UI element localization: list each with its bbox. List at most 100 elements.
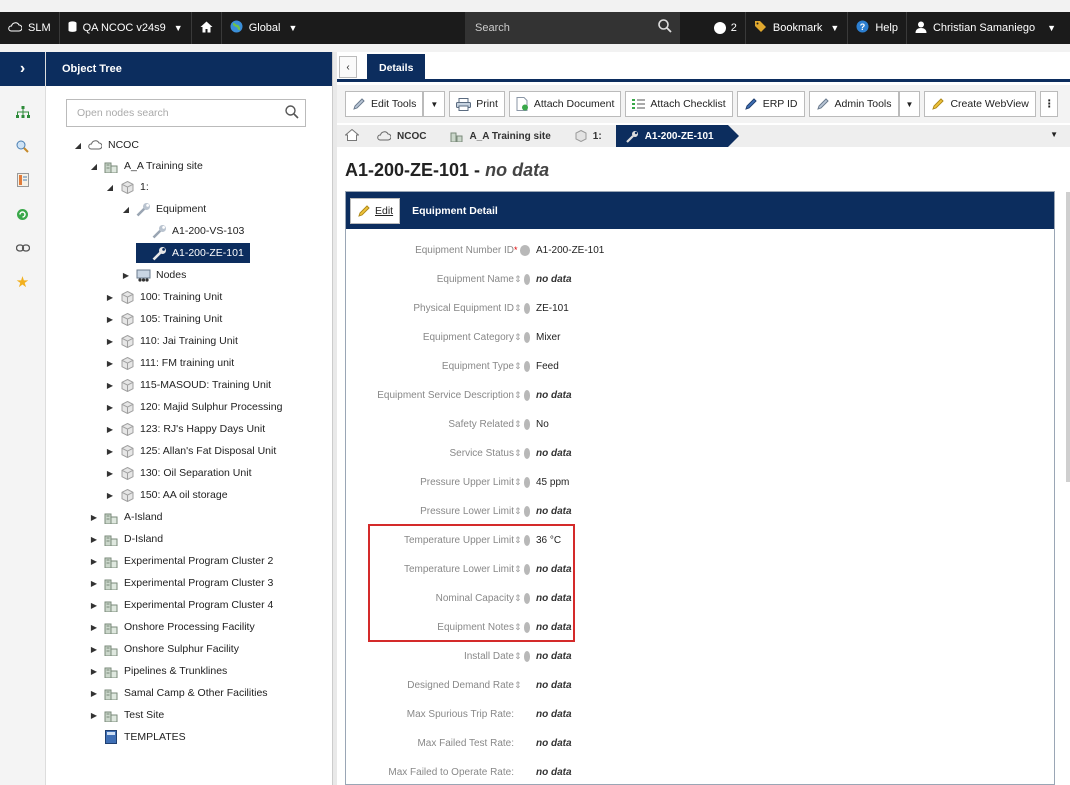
object-tree-rail-button[interactable] bbox=[0, 98, 45, 126]
expand-arrow-icon[interactable]: ▶ bbox=[104, 491, 116, 500]
expand-arrow-icon[interactable]: ▶ bbox=[88, 535, 100, 544]
chevron-down-icon[interactable]: ▼ bbox=[1050, 130, 1058, 139]
tree-node[interactable]: ▶ A-Island bbox=[88, 507, 163, 527]
admin-tools-button[interactable]: Admin Tools bbox=[808, 91, 899, 117]
expand-arrow-icon[interactable]: ▶ bbox=[104, 293, 116, 302]
tab-details[interactable]: Details bbox=[367, 54, 426, 82]
scope-selector[interactable]: Global ▼ bbox=[222, 12, 306, 44]
breadcrumb-site[interactable]: A_A Training site bbox=[440, 125, 564, 147]
search-icon[interactable] bbox=[658, 19, 672, 36]
expand-arrow-icon[interactable]: ▶ bbox=[104, 315, 116, 324]
expand-arrow-icon[interactable]: ▶ bbox=[88, 513, 100, 522]
tree-search-input[interactable]: Open nodes search bbox=[66, 99, 306, 127]
expand-arrow-icon[interactable]: ▶ bbox=[120, 271, 132, 280]
expand-arrow-icon[interactable]: ▶ bbox=[88, 667, 100, 676]
refresh-rail-button[interactable] bbox=[0, 200, 45, 228]
user-menu[interactable]: Christian Samaniego ▼ bbox=[907, 12, 1070, 44]
tree-node[interactable]: ▶ 125: Allan's Fat Disposal Unit bbox=[104, 441, 276, 461]
expand-arrow-icon[interactable]: ▶ bbox=[104, 425, 116, 434]
document-rail-button[interactable] bbox=[0, 166, 45, 194]
tree-node[interactable]: ▶ 100: Training Unit bbox=[104, 287, 222, 307]
expand-arrow-icon[interactable]: ▶ bbox=[88, 623, 100, 632]
collapse-arrow-icon[interactable]: ◢ bbox=[88, 162, 100, 171]
info-icon[interactable] bbox=[523, 389, 530, 401]
expand-arrow-icon[interactable]: ▶ bbox=[88, 579, 100, 588]
tree-node[interactable]: ◢ A_A Training site bbox=[88, 156, 203, 176]
sort-arrows-icon[interactable]: ⇕ bbox=[514, 390, 522, 401]
tree-node[interactable]: ▶ 120: Majid Sulphur Processing bbox=[104, 397, 282, 417]
sort-arrows-icon[interactable]: ⇕ bbox=[514, 303, 522, 314]
expand-arrow-icon[interactable]: ▶ bbox=[88, 601, 100, 610]
info-icon[interactable] bbox=[523, 360, 530, 372]
print-button[interactable]: Print bbox=[449, 91, 505, 117]
edit-button[interactable]: Edit bbox=[350, 197, 401, 224]
home-button[interactable] bbox=[192, 12, 221, 44]
tree-node[interactable]: ◢ NCOC bbox=[72, 135, 139, 155]
sort-arrows-icon[interactable]: ⇕ bbox=[514, 361, 522, 372]
more-actions-button[interactable]: ⋮ bbox=[1039, 91, 1059, 117]
tree-node[interactable]: ▶ Onshore Processing Facility bbox=[88, 617, 255, 637]
database-selector[interactable]: QA NCOC v24s9 ▼ bbox=[60, 12, 191, 44]
info-icon[interactable] bbox=[523, 476, 530, 488]
bookmark-menu[interactable]: Bookmark ▼ bbox=[746, 12, 847, 44]
expand-panel-button[interactable]: › bbox=[0, 52, 45, 86]
expand-arrow-icon[interactable]: ▶ bbox=[104, 359, 116, 368]
tree-node[interactable]: ▶ 123: RJ's Happy Days Unit bbox=[104, 419, 265, 439]
tree-node[interactable]: ▶ Pipelines & Trunklines bbox=[88, 661, 227, 681]
tree-node[interactable]: ▶ Experimental Program Cluster 4 bbox=[88, 595, 273, 615]
collapse-tree-button[interactable]: ‹ bbox=[339, 56, 357, 78]
tree-node[interactable]: ▶ 130: Oil Separation Unit bbox=[104, 463, 251, 483]
search-icon[interactable] bbox=[285, 105, 299, 122]
sort-arrows-icon[interactable]: ⇕ bbox=[514, 506, 522, 517]
expand-arrow-icon[interactable]: ▶ bbox=[104, 447, 116, 456]
global-search-input[interactable]: Search bbox=[465, 12, 680, 44]
expand-arrow-icon[interactable]: ▶ bbox=[88, 711, 100, 720]
tree-node[interactable]: ▶ 111: FM training unit bbox=[104, 353, 234, 373]
sort-arrows-icon[interactable]: ⇕ bbox=[514, 651, 522, 662]
collapse-arrow-icon[interactable]: ◢ bbox=[104, 183, 116, 192]
attach-checklist-button[interactable]: Attach Checklist bbox=[625, 91, 733, 117]
breadcrumb-home[interactable] bbox=[337, 125, 367, 147]
sort-arrows-icon[interactable]: ⇕ bbox=[514, 477, 522, 488]
info-icon[interactable] bbox=[519, 244, 530, 256]
tree-node-selected[interactable]: A1-200-ZE-101 bbox=[136, 243, 250, 263]
tree-node[interactable]: ◢ Equipment bbox=[120, 199, 206, 219]
app-switcher[interactable]: SLM bbox=[0, 12, 59, 44]
sort-arrows-icon[interactable]: ⇕ bbox=[514, 419, 522, 430]
admin-tools-dropdown[interactable]: ▼ bbox=[898, 91, 921, 117]
help-button[interactable]: ? Help bbox=[848, 12, 906, 44]
breadcrumb-unit[interactable]: 1: bbox=[565, 125, 616, 147]
notifications-button[interactable]: 2 bbox=[706, 12, 745, 44]
expand-arrow-icon[interactable]: ▶ bbox=[88, 557, 100, 566]
create-webview-button[interactable]: Create WebView bbox=[924, 91, 1036, 117]
tree-node[interactable]: ▶ D-Island bbox=[88, 529, 163, 549]
expand-arrow-icon[interactable]: ▶ bbox=[104, 403, 116, 412]
erp-id-button[interactable]: ERP ID bbox=[736, 91, 805, 117]
tree-node[interactable]: A1-200-VS-103 bbox=[136, 221, 244, 241]
info-icon[interactable] bbox=[523, 418, 530, 430]
favorites-rail-button[interactable]: ★ bbox=[0, 268, 45, 296]
collapse-arrow-icon[interactable]: ◢ bbox=[72, 141, 84, 150]
sort-arrows-icon[interactable]: ⇕ bbox=[514, 332, 522, 343]
expand-arrow-icon[interactable]: ▶ bbox=[104, 381, 116, 390]
sort-arrows-icon[interactable]: ⇕ bbox=[514, 448, 522, 459]
expand-arrow-icon[interactable]: ▶ bbox=[104, 337, 116, 346]
tree-node[interactable]: TEMPLATES bbox=[88, 727, 186, 747]
attach-document-button[interactable]: Attach Document bbox=[508, 91, 622, 117]
tree-node[interactable]: ◢ 1: bbox=[104, 177, 149, 197]
expand-arrow-icon[interactable]: ▶ bbox=[88, 645, 100, 654]
tree-node[interactable]: ▶ 150: AA oil storage bbox=[104, 485, 228, 505]
tree-node[interactable]: ▶ Onshore Sulphur Facility bbox=[88, 639, 239, 659]
breadcrumb-current[interactable]: A1-200-ZE-101 bbox=[615, 125, 739, 147]
tree-node[interactable]: ▶ 105: Training Unit bbox=[104, 309, 222, 329]
info-icon[interactable] bbox=[523, 273, 530, 285]
edit-tools-button[interactable]: Edit Tools bbox=[345, 91, 424, 117]
expand-arrow-icon[interactable]: ▶ bbox=[104, 469, 116, 478]
sort-arrows-icon[interactable]: ⇕ bbox=[514, 680, 522, 691]
breadcrumb-ncoc[interactable]: NCOC bbox=[367, 125, 440, 147]
tree-node[interactable]: ▶ 115-MASOUD: Training Unit bbox=[104, 375, 271, 395]
search-rail-button[interactable] bbox=[0, 132, 45, 160]
tree-node[interactable]: ▶ Test Site bbox=[88, 705, 164, 725]
tree-node[interactable]: ▶ Samal Camp & Other Facilities bbox=[88, 683, 268, 703]
tree-node[interactable]: ▶ Experimental Program Cluster 2 bbox=[88, 551, 273, 571]
